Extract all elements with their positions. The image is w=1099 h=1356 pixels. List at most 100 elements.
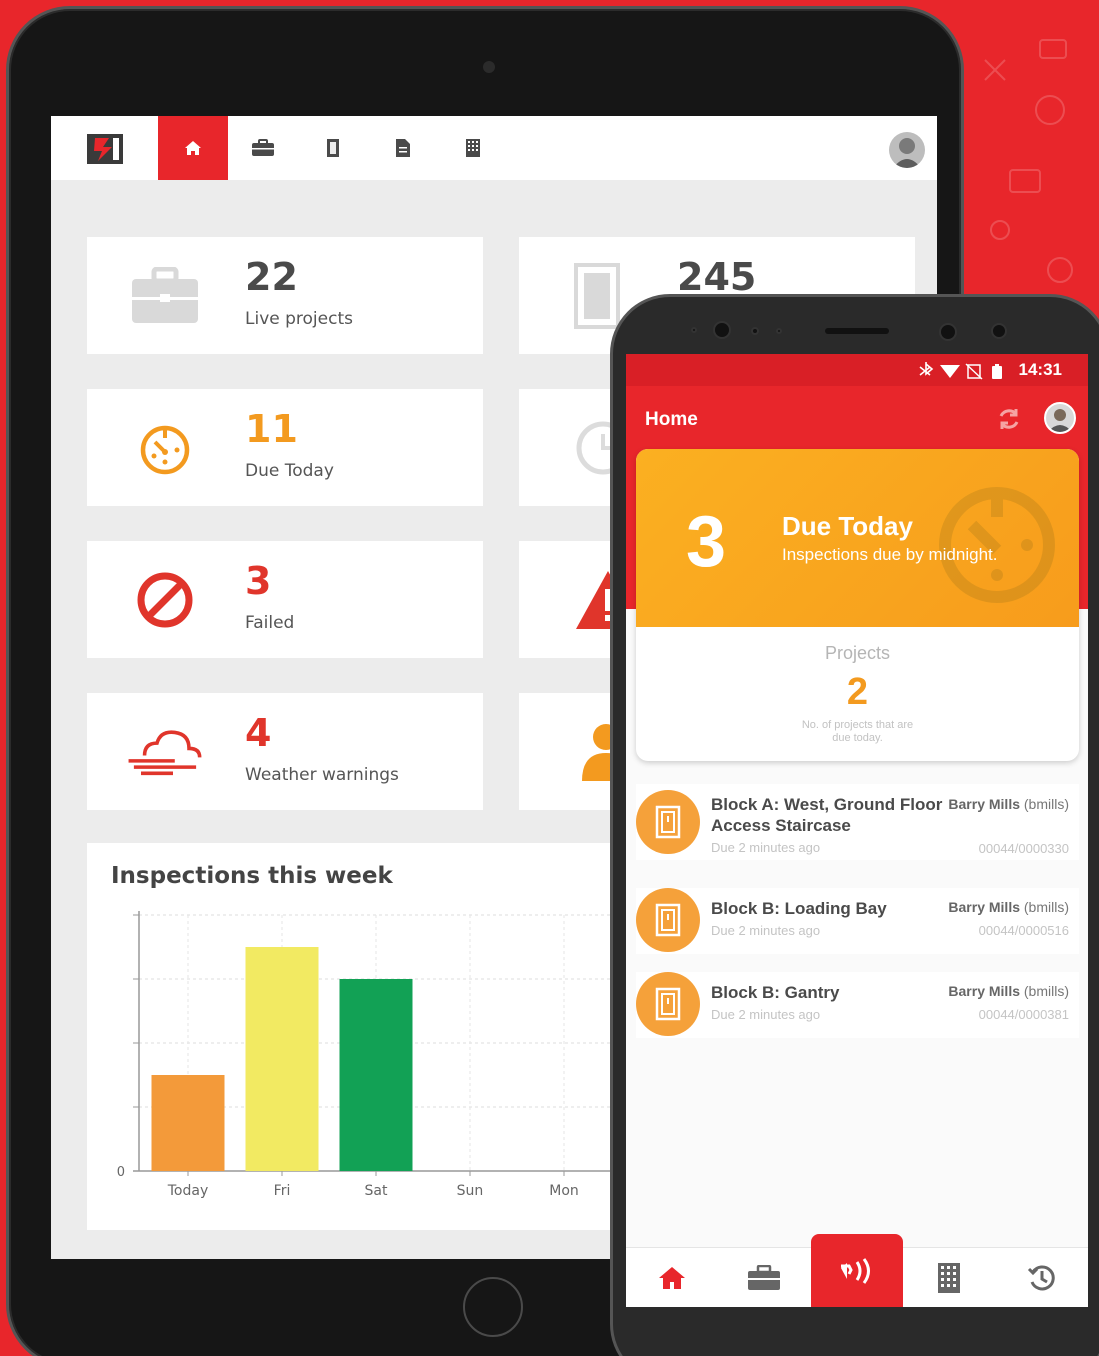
live-projects-label: Live projects — [245, 309, 353, 329]
sync-icon[interactable] — [996, 406, 1022, 432]
inspections-chart-card: Inspections this week 0 Today Fri Sat Sun Mon — [87, 843, 647, 1230]
nfc-icon — [841, 1258, 870, 1284]
assignee-name: Barry Mills — [948, 899, 1020, 915]
home-icon — [185, 141, 201, 155]
phone-front-camera — [991, 323, 1007, 339]
top-nav-bar — [51, 116, 937, 180]
inspection-name: Block B: Gantry — [711, 983, 840, 1002]
stat-card-live-projects[interactable]: 22 Live projects — [87, 237, 483, 354]
projects-description-line: due today. — [832, 732, 883, 744]
tablet-home-button[interactable] — [463, 1277, 523, 1337]
phone-speaker — [825, 328, 889, 334]
due-today-subtitle: Inspections due by midnight. — [782, 545, 998, 564]
stat-card-failed[interactable]: 3 Failed — [87, 541, 483, 658]
failed-label: Failed — [245, 613, 295, 633]
inspection-id: 00044/0000330 — [978, 841, 1069, 856]
assignee-handle: (bmills) — [1023, 983, 1069, 999]
status-time: 14:31 — [1018, 360, 1062, 379]
projects-count: 2 — [846, 671, 869, 713]
home-icon — [659, 1267, 685, 1289]
history-icon — [1027, 1265, 1055, 1291]
nav-buildings[interactable] — [438, 116, 508, 180]
inspection-id: 00044/0000381 — [978, 1007, 1069, 1022]
inspection-name: Block A: West, Ground Floor Access Stairc… — [711, 794, 942, 836]
due-today-title: Due Today — [782, 511, 913, 541]
inspection-id: 00044/0000516 — [978, 923, 1069, 938]
briefcase-icon — [252, 139, 274, 156]
inspection-assignee: Barry Mills (bmills) — [948, 983, 1069, 999]
phone-screen: 14:31 Home 3 Due Today Inspections due b… — [626, 354, 1088, 1307]
bottom-nav-projects[interactable] — [718, 1248, 810, 1307]
phone-sensor — [691, 327, 697, 333]
stat-card-weather-warnings[interactable]: 4 Weather warnings — [87, 693, 483, 810]
bottom-nav-nfc-scan[interactable] — [811, 1234, 903, 1307]
projects-description: No. of projects that are due today. — [636, 719, 1079, 745]
door-icon — [636, 972, 700, 1036]
app-logo[interactable] — [87, 134, 123, 164]
cloud-wind-icon — [125, 721, 205, 783]
x-tick-label: Fri — [274, 1183, 291, 1199]
inspection-name-line: Block A: West, Ground Floor — [711, 795, 943, 814]
weather-warnings-label: Weather warnings — [245, 765, 399, 785]
phone-front-camera — [939, 323, 957, 341]
stat-card-due-today[interactable]: 11 Due Today — [87, 389, 483, 506]
due-today-label: Due Today — [245, 461, 334, 481]
briefcase-icon — [748, 1265, 780, 1290]
bottom-nav-history[interactable] — [996, 1248, 1088, 1307]
bottom-nav-buildings[interactable] — [903, 1248, 995, 1307]
due-today-count: 11 — [245, 407, 298, 451]
inspection-due: Due 2 minutes ago — [711, 923, 821, 938]
x-tick-label: Sun — [457, 1183, 484, 1199]
inspection-row[interactable]: Block B: Loading Bay Due 2 minutes ago B… — [636, 888, 1079, 954]
briefcase-icon — [125, 265, 205, 327]
x-tick-label: Sat — [365, 1183, 388, 1199]
chart-bar — [245, 947, 319, 1171]
avatar-image — [1048, 409, 1072, 432]
doors-count: 245 — [677, 255, 757, 299]
inspection-row[interactable]: Block A: West, Ground Floor Access Stairc… — [636, 784, 1079, 860]
page-title: Home — [645, 409, 698, 430]
door-icon — [327, 139, 339, 157]
assignee-name: Barry Mills — [948, 983, 1020, 999]
avatar-image — [893, 138, 921, 168]
user-avatar[interactable] — [889, 132, 925, 168]
status-icons — [919, 362, 1002, 380]
nav-doors[interactable] — [298, 116, 368, 180]
ban-icon — [125, 569, 205, 631]
phone-device: 14:31 Home 3 Due Today Inspections due b… — [610, 294, 1099, 1356]
x-tick-label: Mon — [549, 1183, 579, 1199]
chart-bar — [339, 979, 413, 1171]
phone-sensor — [776, 328, 782, 334]
status-bar: 14:31 — [626, 354, 1088, 386]
failed-count: 3 — [245, 559, 272, 603]
chart-bar — [151, 1075, 225, 1171]
assignee-name: Barry Mills — [948, 796, 1020, 812]
projects-description-line: No. of projects that are — [801, 719, 914, 731]
nav-documents[interactable] — [368, 116, 438, 180]
x-tick-label: Today — [167, 1183, 209, 1199]
inspection-name-line: Access Staircase — [711, 816, 851, 835]
phone-camera — [713, 321, 731, 339]
inspection-row[interactable]: Block B: Gantry Due 2 minutes ago Barry … — [636, 972, 1079, 1038]
assignee-handle: (bmills) — [1023, 899, 1069, 915]
chart-title: Inspections this week — [111, 863, 393, 889]
user-avatar[interactable] — [1044, 402, 1076, 434]
nav-home[interactable] — [158, 116, 228, 180]
assignee-handle: (bmills) — [1023, 796, 1069, 812]
nav-projects[interactable] — [228, 116, 298, 180]
inspection-due: Due 2 minutes ago — [711, 840, 821, 855]
timer-icon — [125, 417, 205, 479]
building-icon — [466, 139, 480, 157]
due-today-card[interactable]: 3 Due Today Inspections due by midnight.… — [636, 449, 1079, 761]
projects-label: Projects — [824, 643, 891, 663]
inspection-assignee: Barry Mills (bmills) — [948, 796, 1069, 812]
live-projects-count: 22 — [245, 255, 298, 299]
y-tick-label: 0 — [117, 1165, 125, 1180]
bottom-nav-home[interactable] — [626, 1248, 718, 1307]
due-today-banner: 3 Due Today Inspections due by midnight. — [636, 449, 1079, 627]
door-icon — [636, 790, 700, 854]
document-icon — [396, 139, 410, 157]
building-icon — [938, 1263, 960, 1293]
inspections-bar-chart: 0 Today Fri Sat Sun Mon — [117, 911, 647, 1199]
door-icon — [636, 888, 700, 952]
